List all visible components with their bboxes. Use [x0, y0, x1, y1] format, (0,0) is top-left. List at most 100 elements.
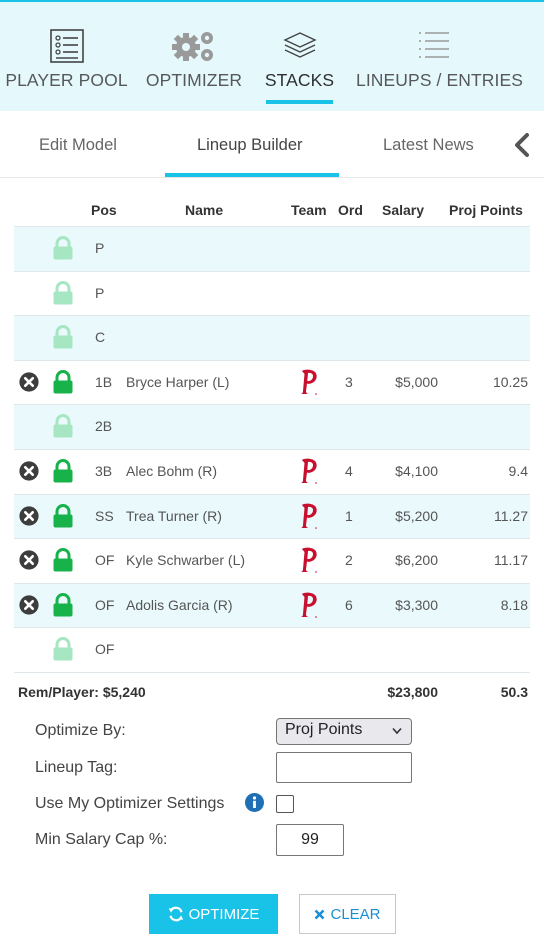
info-icon[interactable]	[245, 793, 264, 812]
row-salary: $3,300	[395, 596, 438, 613]
lineup-table-header: Pos Name Team Ord Salary Proj Points	[14, 192, 530, 226]
row-position: 2B	[95, 418, 113, 435]
col-salary-header: Salary	[382, 202, 425, 218]
table-row: C	[14, 315, 530, 361]
lock-icon[interactable]	[52, 503, 74, 529]
lock-icon[interactable]	[52, 548, 74, 573]
row-batting-order: 1	[345, 507, 353, 524]
phillies-logo-icon	[301, 503, 317, 529]
remove-player-icon[interactable]	[19, 372, 39, 392]
optimize-by-label: Optimize By:	[35, 722, 126, 739]
row-position: 3B	[95, 463, 113, 479]
row-proj-points: 11.17	[494, 552, 528, 569]
row-position: C	[95, 329, 106, 346]
phillies-logo-icon	[301, 458, 317, 484]
lineup-table-footer: Rem/Player: $5,240 $23,800 50.3	[14, 672, 530, 708]
row-proj-points: 8.18	[500, 596, 528, 613]
row-batting-order: 4	[345, 463, 353, 479]
active-tab-indicator	[266, 100, 333, 104]
row-proj-points: 10.25	[492, 373, 528, 390]
clear-button[interactable]: CLEAR	[299, 894, 396, 934]
tab-edit-model[interactable]: Edit Model	[39, 136, 117, 155]
row-position: P	[95, 240, 105, 256]
lock-icon[interactable]	[52, 280, 74, 306]
proj-points-total: 50.3	[500, 684, 528, 700]
phillies-logo-icon	[301, 547, 317, 573]
times-icon	[315, 909, 325, 919]
lock-icon[interactable]	[52, 236, 74, 261]
table-row: OF Adolis Garcia (R) 6 $3,300 8.18	[14, 582, 530, 628]
chevron-left-icon[interactable]	[511, 132, 533, 158]
row-position: SS	[95, 507, 114, 524]
main-nav: PLAYER POOL OPTIMIZER STACKS LINEUPS / E…	[0, 0, 544, 111]
row-batting-order: 6	[345, 596, 353, 613]
lock-icon[interactable]	[52, 369, 74, 395]
refresh-icon	[168, 906, 183, 922]
phillies-logo-icon	[301, 369, 317, 395]
remove-player-icon[interactable]	[19, 595, 39, 615]
row-salary: $4,100	[395, 463, 438, 479]
table-row: P	[14, 226, 530, 271]
table-row: P	[14, 270, 530, 316]
nav-label: STACKS	[264, 70, 335, 90]
table-row: OF Kyle Schwarber (L) 2 $6,200 11.17	[14, 538, 530, 583]
use-optimizer-settings-label: Use My Optimizer Settings	[35, 795, 225, 812]
min-salary-cap-input[interactable]	[276, 824, 344, 856]
nav-label: LINEUPS / ENTRIES	[356, 70, 524, 90]
row-salary: $5,200	[395, 507, 438, 524]
list-lines-icon	[419, 32, 449, 58]
col-name-header: Name	[185, 202, 224, 218]
optimize-button[interactable]: OPTIMIZE	[149, 894, 278, 934]
remove-player-icon[interactable]	[19, 505, 39, 526]
nav-player-pool[interactable]: PLAYER POOL	[0, 2, 133, 111]
row-player-name[interactable]: Alec Bohm (R)	[126, 463, 217, 479]
min-salary-cap-label: Min Salary Cap %:	[35, 831, 168, 848]
nav-label: PLAYER POOL	[5, 70, 128, 90]
row-player-name[interactable]: Kyle Schwarber (L)	[126, 552, 245, 568]
row-player-name[interactable]: Bryce Harper (L)	[126, 374, 229, 390]
nav-lineups-entries[interactable]: LINEUPS / ENTRIES	[356, 2, 524, 111]
lock-icon[interactable]	[52, 414, 74, 439]
row-proj-points: 11.27	[494, 507, 528, 524]
col-pos-header: Pos	[91, 202, 117, 218]
remove-player-icon[interactable]	[19, 461, 39, 481]
row-position: 1B	[95, 373, 113, 390]
nav-stacks[interactable]: STACKS	[264, 2, 335, 111]
clear-button-label: CLEAR	[330, 905, 381, 923]
nav-label: OPTIMIZER	[145, 70, 243, 90]
active-subtab-indicator	[165, 173, 339, 177]
remove-player-icon[interactable]	[19, 550, 39, 570]
row-proj-points: 9.4	[508, 463, 528, 479]
optimize-button-label: OPTIMIZE	[188, 905, 260, 923]
layers-icon	[282, 32, 317, 58]
table-row: 1B Bryce Harper (L) 3 $5,000 10.25	[14, 359, 530, 405]
lock-icon[interactable]	[52, 637, 74, 662]
col-ord-header: Ord	[338, 202, 363, 218]
table-row: 2B	[14, 404, 530, 450]
optimize-by-value: Proj Points	[285, 721, 363, 738]
col-proj-header: Proj Points	[449, 202, 523, 218]
phillies-logo-icon	[301, 592, 317, 618]
use-optimizer-settings-checkbox[interactable]	[276, 795, 294, 813]
table-row: SS Trea Turner (R) 1 $5,200 11.27	[14, 493, 530, 539]
table-row: 3B Alec Bohm (R) 4 $4,100 9.4	[14, 449, 530, 494]
row-position: P	[95, 284, 105, 301]
lock-icon[interactable]	[52, 592, 74, 618]
chevron-down-icon	[392, 727, 402, 735]
row-salary: $6,200	[395, 552, 438, 569]
lock-icon[interactable]	[52, 459, 74, 484]
row-salary: $5,000	[395, 373, 438, 390]
row-batting-order: 3	[345, 373, 353, 390]
tab-lineup-builder[interactable]: Lineup Builder	[197, 136, 303, 155]
player-pool-list-icon	[49, 29, 84, 63]
tab-latest-news[interactable]: Latest News	[383, 136, 474, 155]
lineup-tag-input[interactable]	[276, 752, 412, 783]
row-player-name[interactable]: Trea Turner (R)	[126, 508, 222, 524]
row-batting-order: 2	[345, 552, 353, 569]
table-row: OF	[14, 627, 530, 672]
nav-optimizer[interactable]: OPTIMIZER	[145, 2, 243, 111]
row-position: OF	[95, 596, 115, 613]
row-player-name[interactable]: Adolis Garcia (R)	[126, 597, 233, 613]
lock-icon[interactable]	[52, 325, 74, 350]
optimize-by-select[interactable]: Proj Points	[276, 718, 412, 745]
